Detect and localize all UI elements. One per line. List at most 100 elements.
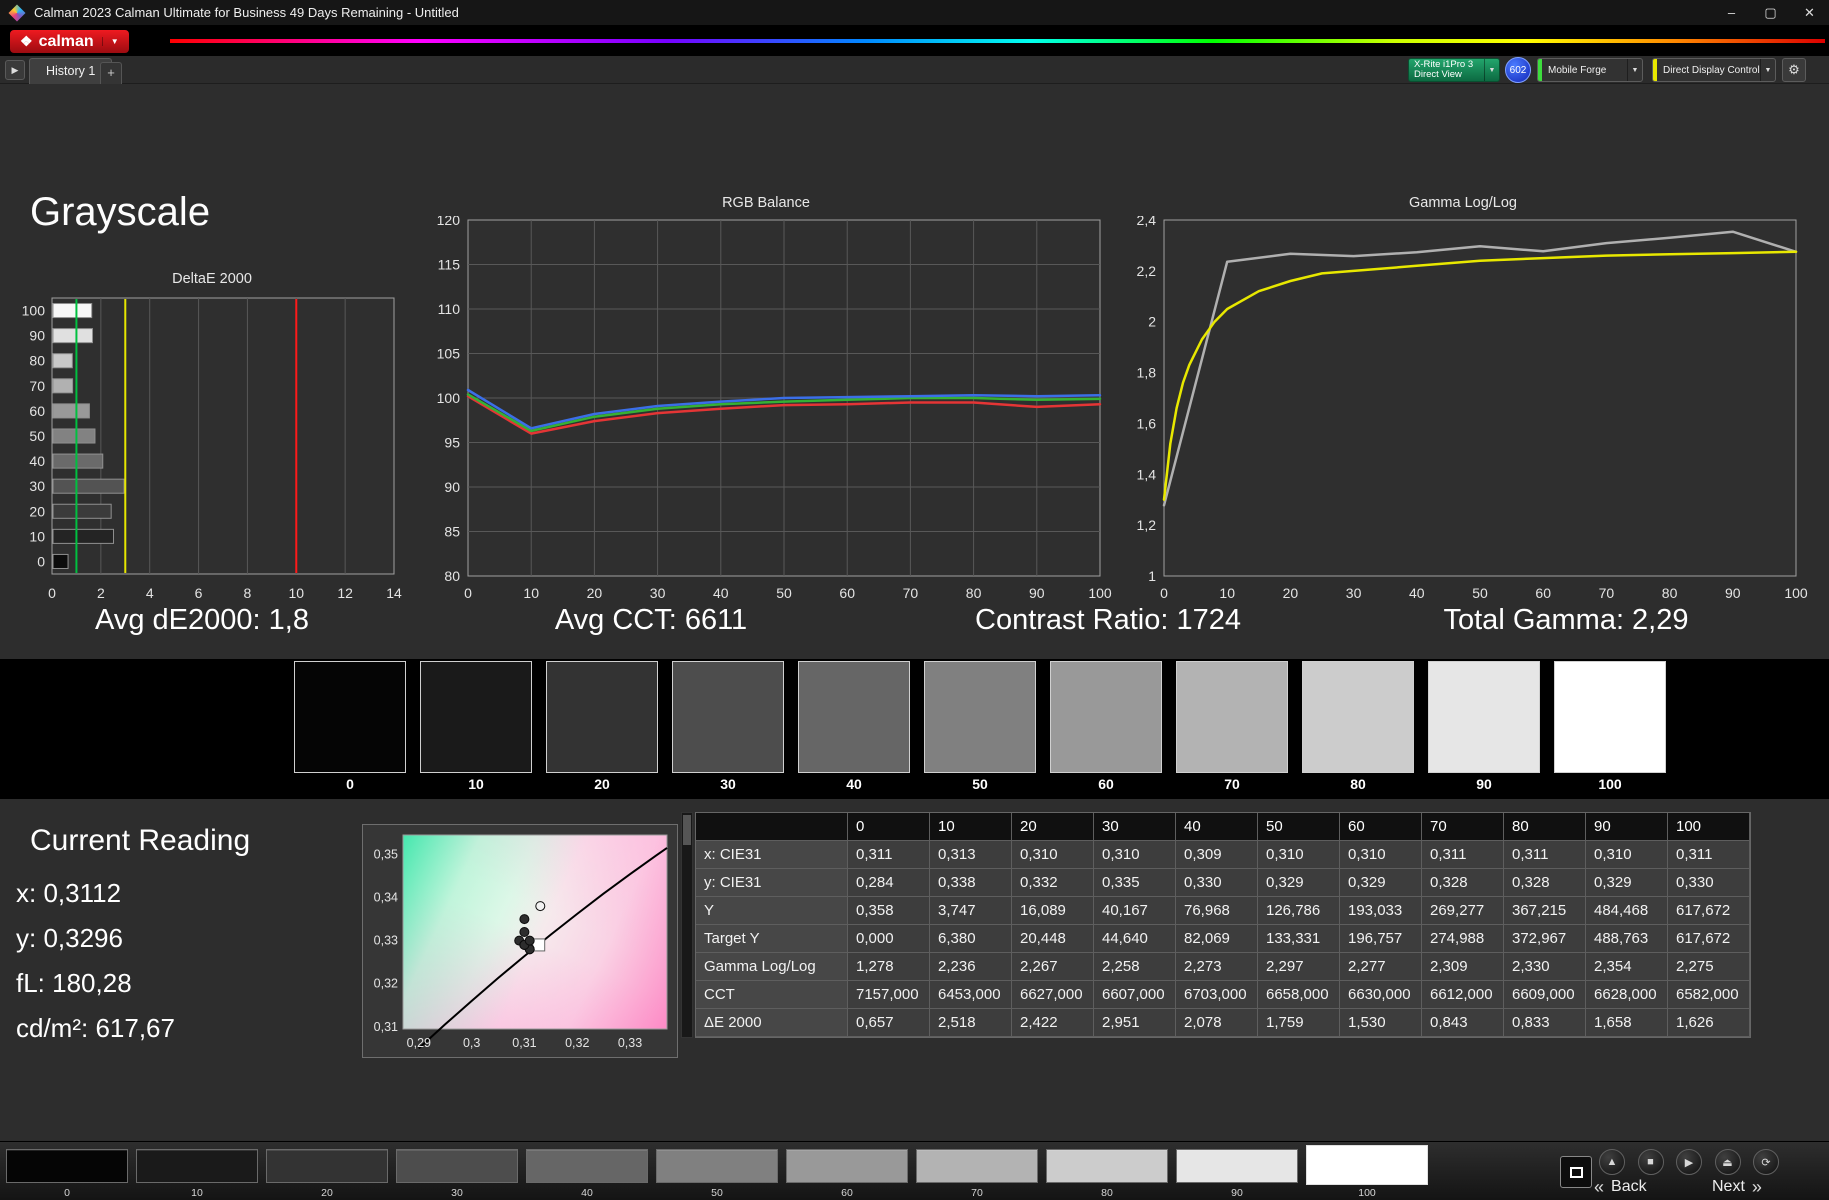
pattern-button-10[interactable] <box>136 1149 258 1183</box>
close-button[interactable]: ✕ <box>1790 0 1829 26</box>
axis-tick-label: 30 <box>1346 585 1362 601</box>
table-cell: 1,626 <box>1668 1009 1750 1037</box>
pattern-button-50[interactable] <box>656 1149 778 1183</box>
calman-logo[interactable]: ❖ calman ▼ <box>10 30 129 53</box>
axis-tick-label: 0,29 <box>407 1036 431 1050</box>
table-row-label: Gamma Log/Log <box>696 953 848 981</box>
table-column-header-30: 30 <box>1094 813 1176 841</box>
axis-tick-label: 70 <box>29 378 45 394</box>
axis-tick-label: 30 <box>650 585 666 601</box>
pattern-button-90[interactable] <box>1176 1149 1298 1183</box>
pattern-button-100[interactable] <box>1306 1145 1428 1185</box>
table-cell: 196,757 <box>1340 925 1422 953</box>
target-actual-swatch-70 <box>1176 661 1288 773</box>
table-cell: 617,672 <box>1668 897 1750 925</box>
target-actual-swatch-60 <box>1050 661 1162 773</box>
axis-tick-label: 90 <box>444 479 460 495</box>
table-scrollbar-thumb[interactable] <box>683 815 691 845</box>
stat-contrast-ratio: Contrast Ratio: 1724 <box>975 604 1241 636</box>
minimize-button[interactable]: – <box>1712 0 1751 26</box>
table-row-label: CCT <box>696 981 848 1009</box>
maximize-button[interactable]: ▢ <box>1751 0 1790 26</box>
axis-tick-label: 80 <box>444 568 460 584</box>
pattern-button-80[interactable] <box>1046 1149 1168 1183</box>
cie-plot-border <box>402 834 668 1030</box>
axis-tick-label: 0,3 <box>463 1036 480 1050</box>
stat-total-gamma: Total Gamma: 2,29 <box>1443 604 1689 636</box>
axis-tick-label: 12 <box>337 585 353 601</box>
pattern-button-40[interactable] <box>526 1149 648 1183</box>
chevron-down-icon: ▼ <box>1484 59 1499 81</box>
deltae-bar-40 <box>52 453 104 469</box>
table-cell: 0,338 <box>930 869 1012 897</box>
source-dropdown[interactable]: Mobile Forge ▼ <box>1537 58 1643 82</box>
rgb-balance-chart-title: RGB Balance <box>722 195 810 211</box>
pattern-button-20[interactable] <box>266 1149 388 1183</box>
next-button[interactable]: Next » <box>1712 1175 1762 1199</box>
pattern-button-30[interactable] <box>396 1149 518 1183</box>
cie-measured-point <box>519 927 530 937</box>
calman-app-window: Calman 2023 Calman Ultimate for Business… <box>0 0 1829 1200</box>
loop-button[interactable]: ⟳ <box>1753 1149 1779 1175</box>
table-cell: 2,258 <box>1094 953 1176 981</box>
gear-icon[interactable]: ⚙ <box>1782 58 1806 82</box>
table-cell: 0,335 <box>1094 869 1176 897</box>
deltae-bar-0 <box>52 553 69 569</box>
calman-menu-caret-icon[interactable]: ▼ <box>101 37 119 46</box>
axis-tick-label: 105 <box>437 346 461 362</box>
deltae-bar-70 <box>52 378 74 394</box>
table-cell: 0,330 <box>1668 869 1750 897</box>
axis-tick-label: 60 <box>29 403 45 419</box>
swatch-level-label-20: 20 <box>594 776 610 792</box>
target-actual-swatch-100 <box>1554 661 1666 773</box>
back-button[interactable]: « Back <box>1594 1175 1647 1199</box>
table-column-header-80: 80 <box>1504 813 1586 841</box>
axis-tick-label: 0,35 <box>374 847 398 861</box>
cie-chart-panel: 0,29 0,3 0,31 0,32 0,33 0,31 0,32 0,33 0,34 0,35 <box>362 824 678 1058</box>
axis-tick-label: 70 <box>903 585 919 601</box>
target-actual-swatch-40 <box>798 661 910 773</box>
stop-button[interactable]: ■ <box>1637 1149 1664 1175</box>
table-cell: 0,310 <box>1586 841 1668 869</box>
table-column-header-100: 100 <box>1668 813 1750 841</box>
table-cell: 2,354 <box>1586 953 1668 981</box>
table-cell: 0,833 <box>1504 1009 1586 1037</box>
axis-tick-label: 1,2 <box>1137 517 1157 533</box>
pattern-button-60[interactable] <box>786 1149 908 1183</box>
table-scrollbar[interactable] <box>681 812 693 1038</box>
pattern-window-button[interactable] <box>1560 1156 1592 1188</box>
pattern-button-70[interactable] <box>916 1149 1038 1183</box>
measurement-count-badge[interactable]: 602 <box>1505 57 1531 83</box>
swatch-level-label-80: 80 <box>1350 776 1366 792</box>
axis-tick-label: 50 <box>29 428 45 444</box>
table-cell: 193,033 <box>1340 897 1422 925</box>
axis-tick-label: 40 <box>29 453 45 469</box>
table-cell: 1,530 <box>1340 1009 1422 1037</box>
axis-tick-label: 50 <box>776 585 792 601</box>
rgb-balance-chart-plot: 0 10 20 30 40 50 60 70 80 90 100 80 85 90 95 100 105 110 1… <box>437 212 1112 601</box>
display-control-dropdown[interactable]: Direct Display Control ▼ <box>1652 58 1776 82</box>
pattern-button-0[interactable] <box>6 1149 128 1183</box>
meter-dropdown[interactable]: X-Rite i1Pro 3 Direct View ▼ <box>1408 58 1500 82</box>
swatch-level-label-30: 30 <box>720 776 736 792</box>
table-cell: 6628,000 <box>1586 981 1668 1009</box>
table-cell: 0,310 <box>1012 841 1094 869</box>
axis-tick-label: 14 <box>386 585 402 601</box>
capture-button[interactable]: ▲ <box>1599 1149 1625 1175</box>
swatch-level-label-90: 90 <box>1476 776 1492 792</box>
layout-nav-arrow-button[interactable]: ▶ <box>5 60 25 80</box>
target-actual-swatch-30 <box>672 661 784 773</box>
table-cell: 40,167 <box>1094 897 1176 925</box>
tab-bar: ▶ History 1 + X-Rite i1Pro 3 Direct View… <box>0 56 1829 84</box>
table-cell: 2,236 <box>930 953 1012 981</box>
add-tab-button[interactable]: + <box>100 62 122 84</box>
axis-tick-label: 8 <box>244 585 252 601</box>
eject-button[interactable]: ⏏ <box>1714 1149 1741 1175</box>
play-button[interactable]: ▶ <box>1676 1149 1702 1175</box>
deltae-bar-10 <box>52 528 115 544</box>
current-reading-title: Current Reading <box>30 824 251 857</box>
table-column-header-0: 0 <box>848 813 930 841</box>
axis-tick-label: 10 <box>29 528 45 544</box>
table-cell: 617,672 <box>1668 925 1750 953</box>
deltae-chart-title: DeltaE 2000 <box>172 271 252 287</box>
